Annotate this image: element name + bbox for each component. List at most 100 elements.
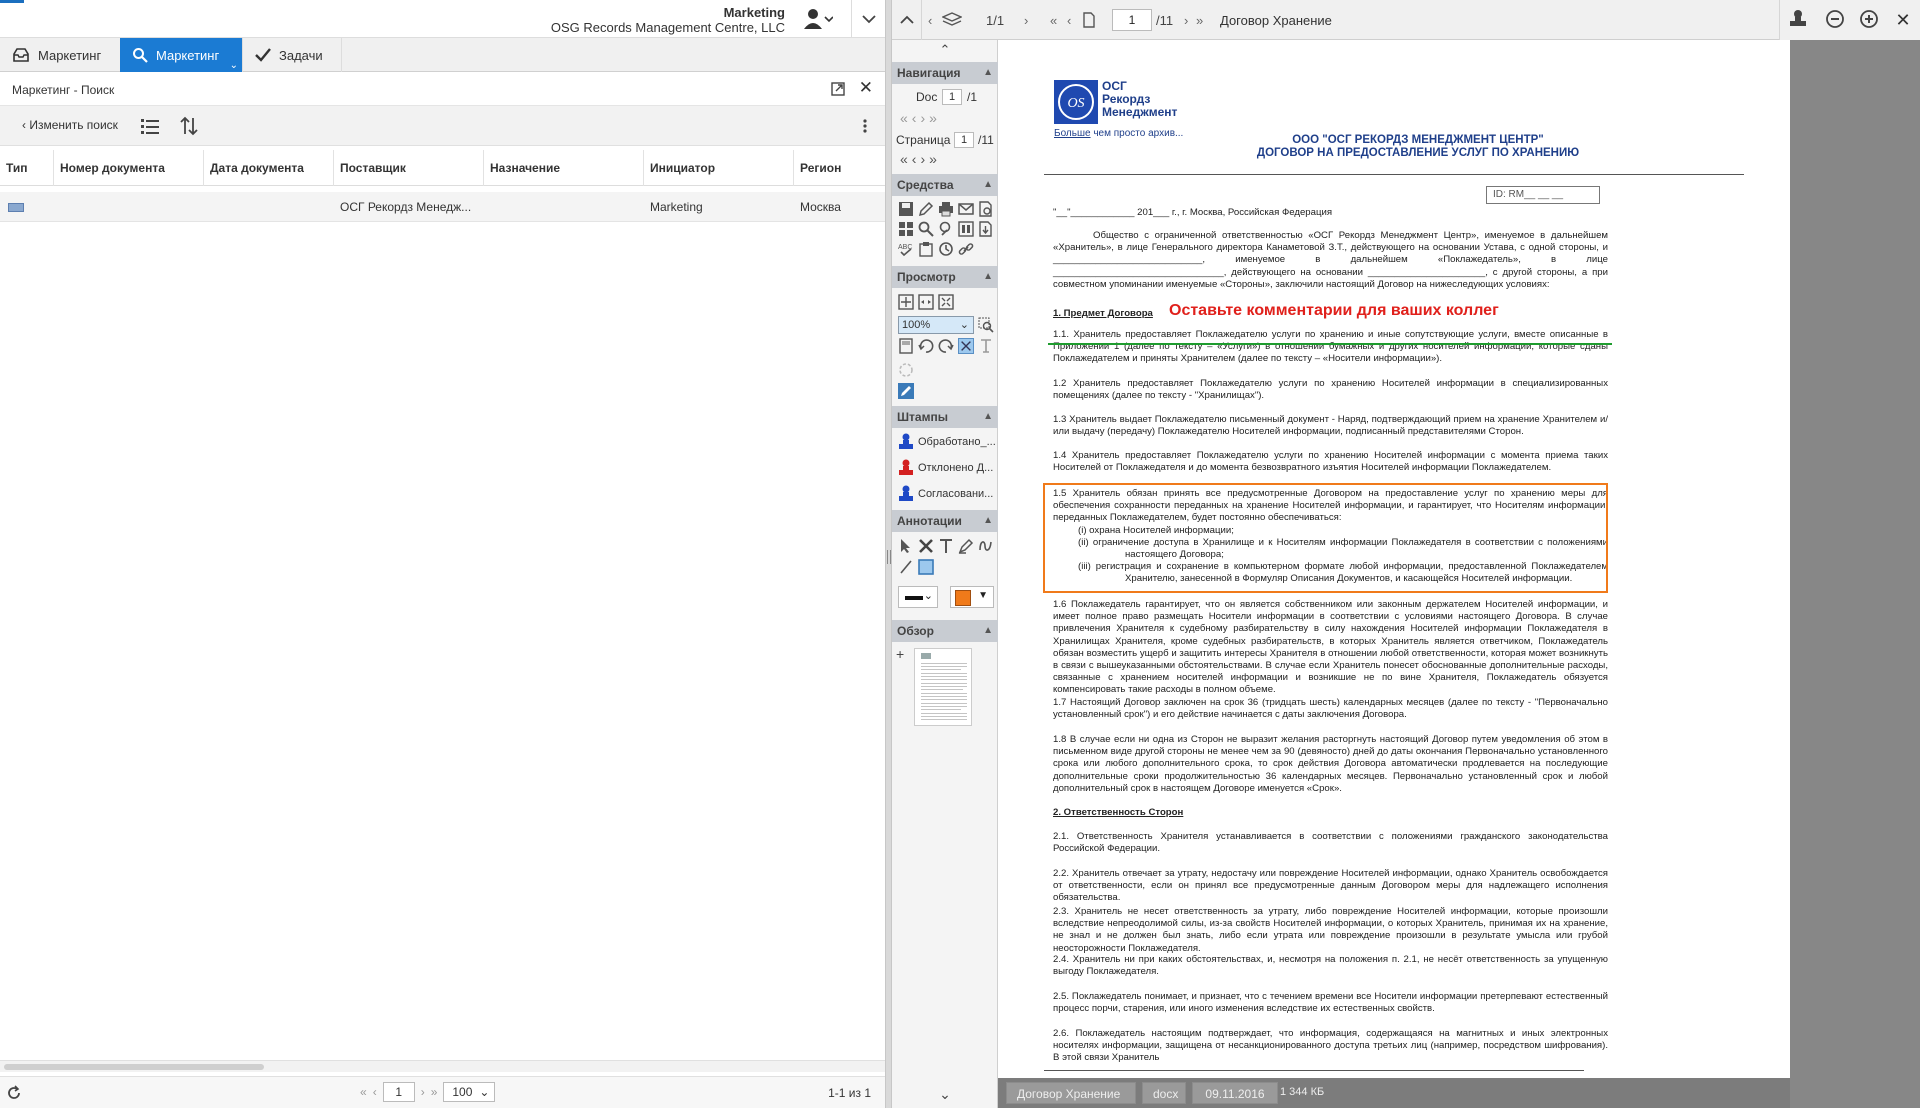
stamp-approved[interactable]: Согласовани...: [898, 484, 996, 504]
tab-tasks[interactable]: Задачи: [242, 38, 342, 72]
pan-tool-icon[interactable]: [958, 338, 974, 354]
color-picker[interactable]: ▼: [950, 586, 994, 608]
zoom-select[interactable]: 100% ⌄: [898, 316, 974, 334]
column-header-purpose[interactable]: Назначение: [484, 150, 644, 186]
text-select-icon[interactable]: [978, 338, 994, 354]
page-thumbnail[interactable]: [914, 648, 972, 726]
collapse-up-icon[interactable]: ⌃: [892, 42, 998, 58]
tab-marketing-search[interactable]: Маркетинг ⌄: [120, 38, 242, 72]
tab-dropdown-caret-icon[interactable]: ⌄: [230, 60, 238, 71]
page-view-icon[interactable]: [898, 338, 914, 354]
prev-doc-icon[interactable]: ‹: [928, 0, 932, 40]
change-search-button[interactable]: ‹ Изменить поиск: [22, 118, 118, 132]
last-page-icon[interactable]: »: [431, 1085, 438, 1099]
rotate-right-icon[interactable]: [938, 338, 954, 354]
section-annotations[interactable]: Аннотации ▲: [892, 510, 998, 532]
section-stamps[interactable]: Штампы ▲: [892, 406, 998, 428]
scrollbar-thumb[interactable]: [4, 1064, 264, 1070]
stamp-processed[interactable]: Обработано_...: [898, 432, 996, 452]
prev-page-icon[interactable]: ‹: [373, 1085, 377, 1099]
stamp-tool-icon[interactable]: [1780, 9, 1818, 32]
doc-nav-arrows[interactable]: «‹›»: [900, 110, 941, 126]
rectangle-tool-icon[interactable]: [918, 559, 934, 575]
delete-annotation-icon[interactable]: [918, 538, 934, 554]
fit-page-icon[interactable]: [918, 294, 934, 310]
fit-width-icon[interactable]: [898, 294, 914, 310]
layers-icon[interactable]: [942, 0, 962, 40]
prev-page-icon[interactable]: ‹: [1067, 0, 1071, 40]
splitter-grip[interactable]: [887, 550, 891, 564]
column-header-initiator[interactable]: Инициатор: [644, 150, 794, 186]
column-header-region[interactable]: Регион: [794, 150, 885, 186]
pane-splitter[interactable]: [885, 0, 892, 1108]
text-annotation-icon[interactable]: [938, 538, 954, 554]
doc-input[interactable]: 1: [942, 89, 962, 105]
close-icon[interactable]: ✕: [859, 78, 873, 98]
history-icon[interactable]: [938, 241, 954, 257]
popout-icon[interactable]: [831, 82, 845, 96]
column-header-supplier[interactable]: Поставщик: [334, 150, 484, 186]
next-page-icon[interactable]: ›: [1184, 0, 1188, 40]
find-replace-icon[interactable]: [938, 221, 954, 237]
zoom-area-icon[interactable]: [978, 317, 994, 333]
highlighter-icon[interactable]: [958, 538, 974, 554]
section-view[interactable]: Просмотр ▲: [892, 266, 998, 288]
thumbnails-icon[interactable]: [898, 221, 914, 237]
annotation-underline[interactable]: [1048, 343, 1612, 345]
page-input[interactable]: 1: [1112, 9, 1152, 31]
user-menu-icon[interactable]: [803, 8, 834, 30]
page-size-select[interactable]: 100 ⌄: [443, 1082, 496, 1102]
clipboard-icon[interactable]: [918, 241, 934, 257]
zoom-out-icon[interactable]: [1818, 9, 1852, 32]
more-options-icon[interactable]: [863, 118, 867, 134]
download-icon[interactable]: [978, 221, 994, 237]
last-page-icon[interactable]: »: [1196, 0, 1203, 40]
column-header-doc-date[interactable]: Дата документа: [204, 150, 334, 186]
section-overview[interactable]: Обзор ▲: [892, 620, 998, 642]
link-icon[interactable]: [958, 241, 974, 257]
horizontal-scrollbar[interactable]: [0, 1060, 885, 1072]
collapse-up-icon[interactable]: [892, 0, 922, 40]
refresh-icon[interactable]: [6, 1085, 22, 1101]
search-icon[interactable]: [918, 221, 934, 237]
mail-icon[interactable]: [958, 201, 974, 217]
table-row[interactable]: ОСГ Рекордз Менедж... Marketing Москва: [0, 192, 885, 222]
next-page-icon[interactable]: ›: [421, 1085, 425, 1099]
document-settings-icon[interactable]: [978, 201, 994, 217]
chevron-down-icon[interactable]: [851, 0, 885, 38]
sort-icon[interactable]: [180, 116, 198, 136]
spellcheck-icon[interactable]: ABC: [898, 241, 914, 257]
section-navigation[interactable]: Навигация ▲: [892, 62, 998, 84]
tab-marketing-home[interactable]: Маркетинг: [0, 38, 120, 72]
rotate-left-icon[interactable]: [918, 338, 934, 354]
status-doc-date: 09.11.2016: [1192, 1082, 1278, 1104]
line-style-select[interactable]: ⌄: [898, 586, 938, 608]
first-page-icon[interactable]: «: [1050, 0, 1057, 40]
columns-icon[interactable]: [958, 221, 974, 237]
stamp-rejected[interactable]: Отклонено Д...: [898, 458, 996, 478]
edit-view-icon[interactable]: [898, 383, 914, 399]
collapse-down-icon[interactable]: ⌄: [892, 1086, 998, 1108]
line-tool-icon[interactable]: [898, 559, 914, 575]
next-doc-icon[interactable]: ›: [1024, 0, 1028, 40]
section-tools[interactable]: Средства ▲: [892, 174, 998, 196]
column-header-doc-number[interactable]: Номер документа: [54, 150, 204, 186]
list-view-icon[interactable]: [140, 117, 160, 135]
print-icon[interactable]: [938, 201, 954, 217]
pencil-icon[interactable]: [918, 201, 934, 217]
freehand-icon[interactable]: [978, 538, 994, 554]
page-nav-arrows[interactable]: «‹›»: [900, 151, 941, 167]
pointer-icon[interactable]: [898, 538, 914, 554]
sidebar-page-input[interactable]: 1: [954, 132, 974, 148]
annotation-rectangle[interactable]: [1043, 483, 1608, 593]
page-number-input[interactable]: 1: [382, 1082, 415, 1102]
annotation-comment[interactable]: Оставьте комментарии для ваших коллег: [1169, 302, 1499, 320]
first-page-icon[interactable]: «: [360, 1085, 367, 1099]
actual-size-icon[interactable]: [938, 294, 954, 310]
column-header-type[interactable]: Тип: [0, 150, 54, 186]
add-icon[interactable]: +: [896, 646, 904, 662]
zoom-in-icon[interactable]: [1852, 9, 1886, 32]
document-page[interactable]: OS ОСГ Рекордз Менеджмент Больше чем про…: [998, 40, 1790, 1078]
save-icon[interactable]: [898, 201, 914, 217]
close-icon[interactable]: ✕: [1886, 10, 1920, 31]
